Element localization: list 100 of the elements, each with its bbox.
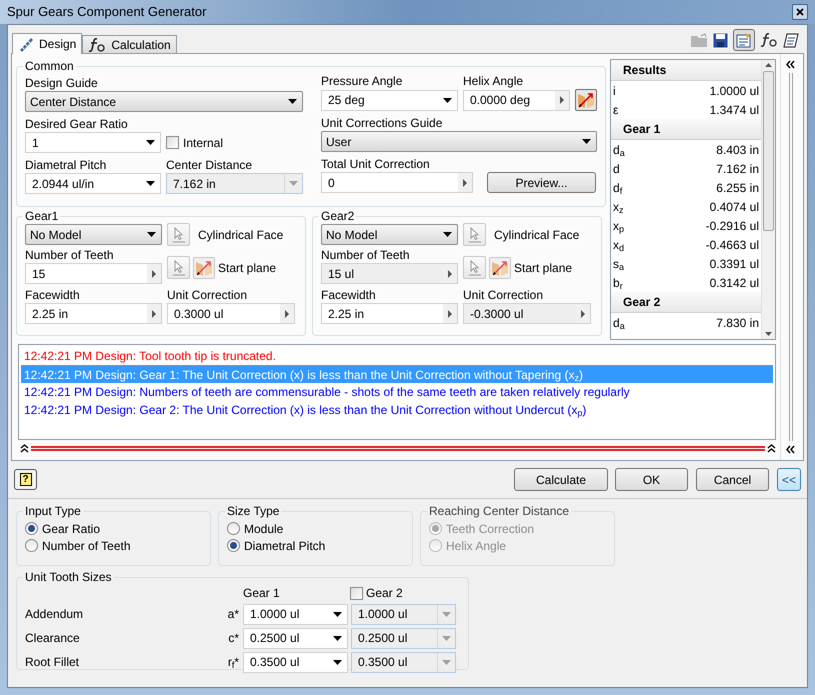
field-label: Unit Correction [167, 287, 248, 303]
select-cursor-button[interactable] [167, 256, 190, 279]
gear1-size-field[interactable]: 0.3500 ul [243, 652, 348, 672]
gear1-size-field[interactable]: 1.0000 ul [243, 604, 348, 624]
result-value: 0.4074 ul [710, 198, 759, 216]
more-options-button[interactable]: << [777, 468, 801, 491]
result-value: 0.3391 ul [710, 256, 759, 272]
gear2-size-field[interactable]: 1.0000 ul [351, 604, 456, 624]
checkbox[interactable] [350, 586, 363, 600]
gear2-size-field[interactable]: 0.2500 ul [351, 628, 456, 648]
field-label: Facewidth [321, 287, 377, 303]
calculate-button[interactable]: Calculate [514, 468, 608, 491]
result-symbol: x$_{z}$ [613, 198, 624, 216]
expand-up-icon[interactable] [20, 444, 29, 452]
result-symbol: d$_{a}$ [613, 142, 625, 158]
field-label: Number of Teeth [25, 247, 114, 263]
column-header: Gear 1 [243, 585, 281, 602]
log-message[interactable]: 12:42:21 PM Design: Tool tooth tip is truncated. [21, 347, 773, 365]
field-label: Unit Corrections Guide [321, 115, 444, 131]
result-symbol: s$_{a}$ [613, 256, 624, 272]
expand-up-icon[interactable] [767, 444, 776, 452]
select-cursor-button[interactable] [167, 223, 190, 246]
pressure-angle-field[interactable]: 25 deg [321, 90, 458, 110]
notes-icon[interactable] [783, 32, 799, 48]
flip-direction-button[interactable] [489, 256, 511, 278]
result-value: 7.830 in [716, 314, 759, 332]
field-label: Design Guide [25, 75, 99, 91]
row-label: Root Fillet [25, 654, 80, 671]
results-header: Results [611, 60, 761, 81]
checkbox[interactable] [166, 136, 179, 149]
cursor-icon [468, 260, 482, 276]
model-dropdown[interactable]: No Model [25, 224, 162, 245]
log-message[interactable]: 12:42:21 PM Design: Gear 2: The Unit Correction (x) is less than the Unit Correction without Undercut (x$_{p}$) [21, 401, 773, 419]
facewidth-field[interactable]: 2.25 in [321, 303, 458, 324]
unit-correction-field[interactable]: 0.3000 ul [167, 303, 295, 324]
field-label: Desired Gear Ratio [25, 116, 129, 132]
scroll-up-icon[interactable] [765, 63, 772, 67]
help-button[interactable]: ? [14, 469, 37, 490]
symbol-label: a* [226, 606, 240, 623]
radio-option[interactable]: Number of Teeth [25, 537, 202, 554]
formula-icon[interactable] [760, 32, 778, 48]
result-symbol: ε [613, 102, 618, 118]
collapse-icon[interactable] [786, 445, 795, 454]
symbol-label: c* [227, 630, 240, 647]
save-icon[interactable] [713, 32, 728, 48]
collapse-icon[interactable] [786, 60, 795, 69]
result-symbol: d [613, 160, 620, 178]
helix-angle-field[interactable]: 0.0000 deg [463, 90, 570, 110]
gear-ratio-field[interactable]: 1 [25, 132, 161, 153]
column-header: Gear 2 [366, 585, 403, 602]
flip-arrow-icon [491, 258, 509, 276]
result-value: 1.0000 ul [710, 82, 759, 100]
tab[interactable]: Calculation [82, 35, 177, 53]
flip-direction-button[interactable] [193, 256, 215, 278]
model-dropdown[interactable]: No Model [321, 224, 458, 245]
radio-option[interactable]: Module [227, 520, 404, 537]
result-symbol: i [613, 82, 616, 100]
row-label: Addendum [25, 606, 84, 623]
select-cursor-button[interactable] [463, 223, 486, 246]
dropdown-arrow-icon [333, 636, 342, 640]
teeth-field[interactable]: 15 [25, 263, 162, 284]
unit-corrections-dropdown[interactable]: User [321, 131, 597, 152]
field-label: Center Distance [166, 157, 252, 173]
cancel-button[interactable]: Cancel [696, 468, 769, 491]
dropdown-arrow-icon [443, 98, 452, 102]
result-symbol: d$_{f}$ [613, 180, 622, 196]
dropdown-arrow-icon [333, 612, 342, 616]
gear1-size-field[interactable]: 0.2500 ul [243, 628, 348, 648]
tab[interactable]: Design [12, 33, 82, 54]
dropdown-arrow-icon [147, 232, 156, 237]
scroll-down-icon[interactable] [765, 332, 772, 336]
flip-arrow-icon [577, 91, 595, 109]
select-cursor-button[interactable] [463, 256, 486, 279]
design-guide-dropdown[interactable]: Center Distance [25, 91, 303, 112]
result-value: -0.2916 ul [706, 218, 759, 234]
dropdown-arrow-icon [146, 140, 155, 145]
result-value: -0.4663 ul [706, 236, 759, 254]
result-symbol: d$_{a}$ [613, 314, 625, 332]
gear2-size-field[interactable]: 0.3500 ul [351, 652, 456, 672]
splitter-bar[interactable] [31, 446, 765, 450]
diametral-pitch-field[interactable]: 2.0944 ul/in [25, 173, 161, 194]
preview-button[interactable]: Preview... [487, 172, 596, 193]
radio-option[interactable]: Diametral Pitch [227, 537, 404, 554]
flip-arrow-icon [195, 258, 213, 276]
ok-button[interactable]: OK [615, 468, 688, 491]
close-button[interactable] [792, 4, 808, 20]
group-title: Gear2 [320, 209, 356, 223]
results-header: Gear 2 [611, 292, 761, 313]
group-title: Common [24, 59, 75, 73]
result-value: 6.255 in [716, 180, 759, 196]
properties-button[interactable] [733, 29, 755, 51]
log-message[interactable]: 12:42:21 PM Design: Numbers of teeth are commensurable - shots of the same teeth are taken relatively regularly [21, 383, 773, 401]
total-unit-correction-field[interactable]: 0 [321, 172, 473, 193]
facewidth-field[interactable]: 2.25 in [25, 303, 162, 324]
radio-option[interactable]: Gear Ratio [25, 520, 202, 537]
field-label: Pressure Angle [321, 73, 404, 89]
scrollbar[interactable] [761, 60, 775, 339]
flip-direction-button[interactable] [575, 89, 597, 111]
tab-label: Design [39, 36, 76, 53]
dropdown-arrow-icon [333, 660, 342, 664]
